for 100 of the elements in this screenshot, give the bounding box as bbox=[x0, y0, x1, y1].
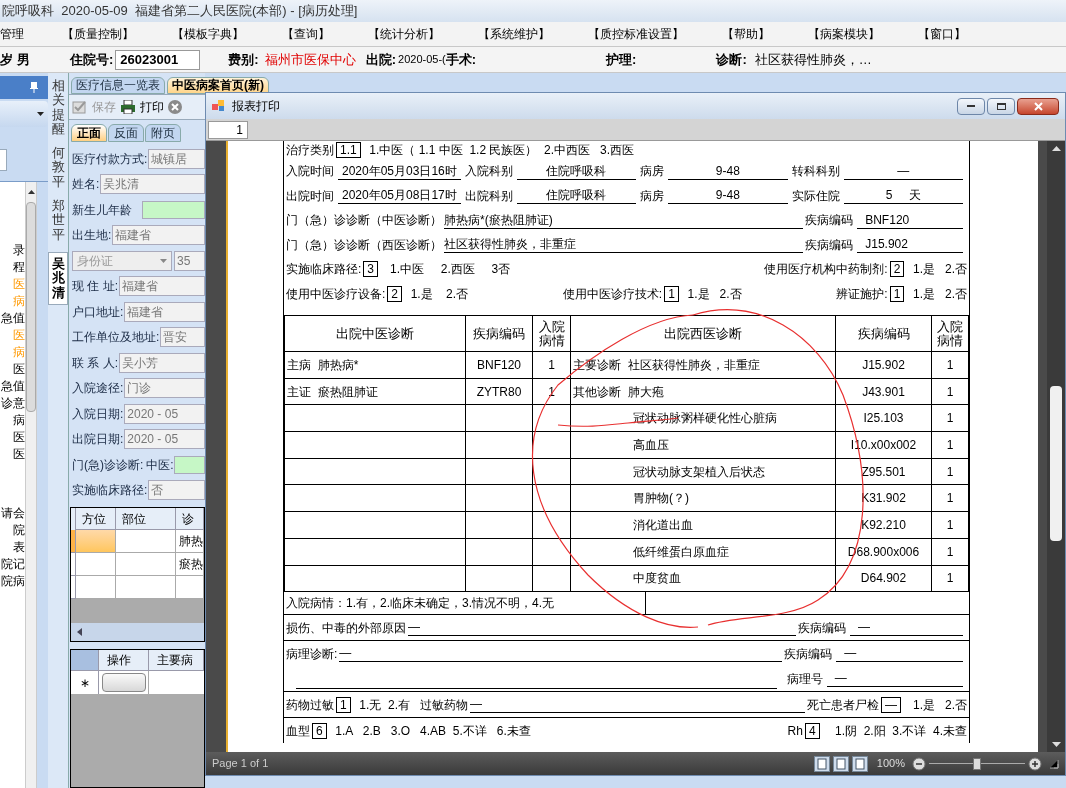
list-item[interactable]: 请会 bbox=[1, 505, 25, 522]
table-cell: 1 bbox=[946, 357, 954, 372]
list-item[interactable]: 录 bbox=[13, 242, 25, 259]
field-value: 9-48 bbox=[668, 187, 788, 205]
vertical-scrollbar[interactable] bbox=[1047, 141, 1065, 752]
table-cell: K92.210 bbox=[861, 517, 906, 532]
list-item[interactable]: 急值 bbox=[1, 378, 25, 395]
menu-item[interactable]: 【病案模块】 bbox=[808, 25, 880, 43]
form-label: 实施临床路径: bbox=[72, 482, 148, 500]
input-field[interactable]: 吴小芳 bbox=[119, 352, 205, 373]
input-field[interactable]: 2020 - 05 bbox=[124, 403, 205, 424]
table-cell bbox=[76, 576, 116, 599]
menu-item[interactable]: 【质控标准设置】 bbox=[588, 25, 684, 43]
list-item[interactable]: 院记 bbox=[1, 556, 25, 573]
table-cell: J43.901 bbox=[862, 384, 905, 399]
page-tab[interactable]: 反面 bbox=[108, 124, 144, 142]
scroll-thumb[interactable] bbox=[26, 202, 36, 412]
input-field[interactable]: 福建省 bbox=[124, 301, 205, 322]
admission-no-field[interactable]: 26023001 bbox=[115, 49, 201, 70]
input-field[interactable]: 福建省 bbox=[119, 276, 205, 297]
action-button[interactable] bbox=[101, 673, 146, 692]
page-tab[interactable]: 附页 bbox=[145, 124, 181, 142]
caret-icon bbox=[160, 258, 167, 263]
print-button[interactable]: 打印 bbox=[120, 98, 164, 116]
column-header: 疾病编码 bbox=[835, 315, 932, 352]
input-field[interactable]: 35 bbox=[174, 250, 205, 271]
input-field[interactable]: 吴兆清 bbox=[100, 174, 205, 195]
menu-item[interactable]: 【帮助】 bbox=[722, 25, 770, 43]
list-item[interactable]: 诊意 bbox=[1, 395, 25, 412]
menu-item[interactable]: 管理 bbox=[0, 25, 24, 43]
input-field[interactable]: 福建省 bbox=[112, 225, 205, 246]
column-header: 入院病情 bbox=[931, 315, 969, 352]
pin-icon[interactable] bbox=[30, 82, 38, 93]
field-value: — bbox=[408, 619, 796, 637]
page-view-icon[interactable] bbox=[832, 755, 849, 772]
vertical-tab[interactable]: 相关提醒 bbox=[51, 79, 65, 137]
table-cell: I10.x00x002 bbox=[850, 437, 917, 452]
close-button[interactable] bbox=[1017, 97, 1059, 115]
list-item[interactable]: 表 bbox=[13, 539, 25, 556]
input-field[interactable] bbox=[173, 455, 205, 474]
input-field[interactable]: 2020 - 05 bbox=[124, 429, 205, 450]
list-item[interactable]: 程 bbox=[13, 259, 25, 276]
option-text: 1.是 2.否 bbox=[409, 285, 469, 302]
list-item[interactable]: 急值 bbox=[1, 310, 25, 327]
scrollbar[interactable] bbox=[25, 182, 37, 788]
menu-item[interactable]: 【窗口】 bbox=[918, 25, 966, 43]
scroll-down-icon[interactable] bbox=[1051, 742, 1061, 747]
field-value: 2020年05月08日17时 bbox=[338, 187, 461, 205]
list-item[interactable]: 医 bbox=[13, 361, 25, 378]
zoom-thumb[interactable] bbox=[973, 757, 981, 770]
menu-item[interactable]: 【系统维护】 bbox=[478, 25, 550, 43]
menu-item[interactable]: 【质量控制】 bbox=[62, 25, 134, 43]
list-item[interactable]: 病 bbox=[13, 412, 25, 429]
field-value: 住院呼吸科 bbox=[516, 162, 637, 180]
horizontal-scrollbar[interactable] bbox=[71, 623, 204, 641]
resize-grip-icon[interactable] bbox=[1049, 758, 1059, 769]
vertical-tab[interactable]: 何敦平 bbox=[51, 146, 65, 190]
scroll-left-icon[interactable] bbox=[77, 628, 82, 636]
input-field[interactable]: 否 bbox=[148, 480, 205, 501]
list-item[interactable]: 院病 bbox=[1, 573, 25, 590]
zoom-slider[interactable] bbox=[929, 756, 1025, 771]
menu-item[interactable]: 【模板字典】 bbox=[172, 25, 244, 43]
list-item[interactable]: 医 bbox=[13, 429, 25, 446]
column-header: 入院病情 bbox=[532, 315, 571, 352]
input-field[interactable] bbox=[142, 200, 205, 219]
list-item[interactable]: 医 bbox=[13, 446, 25, 463]
menu-item[interactable]: 【统计分析】 bbox=[368, 25, 440, 43]
option-code-box: 4 bbox=[804, 722, 820, 739]
page-view-icon[interactable] bbox=[851, 755, 868, 772]
table-cell: BNF120 bbox=[477, 357, 521, 372]
page-number-field[interactable]: 1 bbox=[208, 120, 248, 139]
menu-item[interactable]: 【查询】 bbox=[282, 25, 330, 43]
form-tab[interactable]: 医疗信息一览表 bbox=[71, 77, 165, 94]
field-label: 病房 bbox=[640, 163, 665, 180]
maximize-button[interactable] bbox=[987, 97, 1015, 115]
field-label: 实施临床路径: bbox=[286, 261, 362, 278]
page-view-icon[interactable] bbox=[813, 755, 830, 772]
option-text: 1.是 2.否 bbox=[911, 261, 967, 278]
input-field[interactable]: 门诊 bbox=[124, 378, 205, 399]
option-text: 1.中医 2.西医 3否 bbox=[389, 261, 511, 278]
page-tab[interactable]: 正面 bbox=[71, 124, 107, 142]
scroll-up-icon[interactable] bbox=[1051, 146, 1061, 151]
minimize-button[interactable] bbox=[957, 97, 985, 115]
vertical-tab[interactable]: 郑世平 bbox=[51, 199, 65, 242]
search-field[interactable] bbox=[0, 149, 7, 171]
scroll-thumb[interactable] bbox=[1050, 386, 1062, 541]
row-selector[interactable] bbox=[71, 576, 76, 599]
vertical-tab[interactable]: 吴兆清 bbox=[48, 251, 68, 305]
zoom-in-icon[interactable] bbox=[1028, 756, 1042, 771]
close-icon[interactable] bbox=[168, 100, 182, 114]
table-cell: 1 bbox=[946, 437, 954, 452]
list-item[interactable]: 院 bbox=[13, 522, 25, 539]
input-field[interactable]: 晋安 bbox=[160, 327, 205, 348]
input-field[interactable]: 城镇居 bbox=[148, 148, 205, 169]
row-selector[interactable] bbox=[71, 553, 76, 576]
field-label: 死亡患者尸检 bbox=[806, 696, 879, 713]
zoom-out-icon[interactable] bbox=[912, 756, 926, 771]
scroll-up-icon[interactable] bbox=[27, 190, 35, 194]
form-tab[interactable]: 中医病案首页(新) bbox=[167, 77, 269, 94]
column-header: 疾病编码 bbox=[465, 315, 533, 352]
